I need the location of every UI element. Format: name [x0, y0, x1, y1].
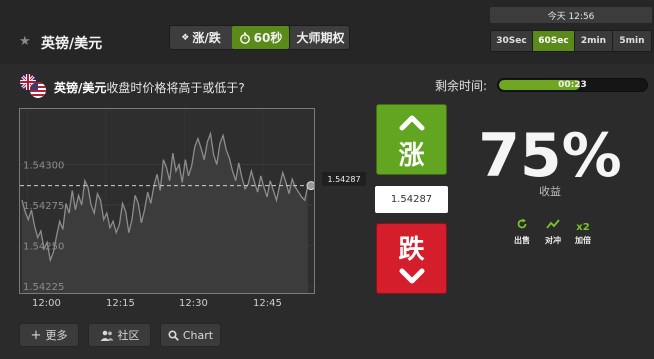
- chevron-down-icon: [399, 268, 425, 284]
- question-text: 收盘时价格将高于或低于?: [106, 81, 245, 95]
- community-button[interactable]: 社区: [88, 323, 151, 347]
- option-mode-selector: ❖ 涨/跌 60秒 大师期权: [169, 25, 350, 50]
- community-label: 社区: [117, 329, 140, 342]
- search-icon: [168, 329, 179, 341]
- mode-updown-button[interactable]: ❖ 涨/跌: [170, 26, 232, 49]
- put-down-label: 跌: [398, 235, 425, 265]
- duration-5min-button[interactable]: 5min: [613, 31, 651, 51]
- x-tick-label: 12:45: [253, 298, 282, 309]
- more-button[interactable]: + 更多: [19, 323, 79, 347]
- double-action-label: 加倍: [575, 236, 591, 245]
- time-remaining-label: 剩余时间:: [435, 79, 488, 93]
- countdown-bar: 00:23: [497, 78, 648, 92]
- refresh-icon: [517, 218, 527, 229]
- stopwatch-icon: [239, 32, 250, 44]
- double-action-button[interactable]: x2 加倍: [568, 215, 598, 246]
- price-chart: 1.54300 1.54275 1.54250 1.54225: [19, 108, 316, 294]
- sell-action-button[interactable]: 出售: [507, 215, 537, 246]
- question-pair: 英镑/美元: [54, 81, 107, 95]
- call-up-label: 涨: [398, 141, 425, 171]
- hedge-action-button[interactable]: 对冲: [538, 215, 568, 246]
- call-up-button[interactable]: 涨: [376, 104, 447, 175]
- hedge-icon: [546, 219, 560, 229]
- payout-label: 收益: [539, 185, 561, 198]
- more-label: 更多: [45, 329, 68, 342]
- sell-action-label: 出售: [514, 236, 530, 245]
- duration-60sec-button[interactable]: 60Sec: [533, 31, 575, 51]
- duration-selector: 30Sec 60Sec 2min 5min: [490, 30, 652, 52]
- current-price-box: 1.54287: [375, 186, 448, 213]
- us-flag-icon: [30, 82, 46, 98]
- mode-60-seconds-label: 60秒: [253, 31, 283, 45]
- y-tick-label: 1.54300: [23, 161, 64, 172]
- updown-icon: ❖: [181, 32, 190, 43]
- multiply-2-icon: x2: [576, 222, 590, 233]
- chevron-up-icon: [399, 115, 425, 131]
- duration-30sec-button[interactable]: 30Sec: [491, 31, 533, 51]
- price-chart-svg: 1.54300 1.54275 1.54250 1.54225: [20, 109, 316, 293]
- mode-master-label: 大师期权: [296, 31, 345, 45]
- users-icon: [100, 330, 113, 341]
- plus-icon: +: [30, 327, 42, 343]
- chart-label: Chart: [182, 328, 214, 342]
- mode-60-seconds-button[interactable]: 60秒: [232, 26, 289, 49]
- y-tick-label: 1.54250: [23, 242, 64, 253]
- trade-question: 英镑/美元收盘时价格将高于或低于?: [54, 79, 245, 96]
- mode-master-option-button[interactable]: 大师期权: [289, 26, 351, 49]
- strike-price-label: 1.54287: [322, 172, 366, 186]
- y-tick-label: 1.54225: [23, 282, 64, 293]
- clock-display: 今天 12:56: [490, 7, 652, 23]
- put-down-button[interactable]: 跌: [376, 223, 447, 294]
- current-price-marker: [306, 181, 316, 191]
- chart-button[interactable]: Chart: [160, 323, 221, 347]
- mode-updown-label: 涨/跌: [192, 31, 221, 45]
- favorite-star-icon[interactable]: ★: [19, 34, 31, 49]
- y-tick-label: 1.54275: [23, 201, 64, 212]
- countdown-value: 00:23: [558, 80, 587, 90]
- duration-2min-button[interactable]: 2min: [575, 31, 613, 51]
- x-tick-label: 12:00: [32, 298, 61, 309]
- payout-percentage: 75%: [478, 121, 622, 191]
- x-tick-label: 12:15: [106, 298, 135, 309]
- x-tick-label: 12:30: [179, 298, 208, 309]
- asset-pair-title: 英镑/美元: [41, 36, 103, 52]
- hedge-action-label: 对冲: [545, 236, 561, 245]
